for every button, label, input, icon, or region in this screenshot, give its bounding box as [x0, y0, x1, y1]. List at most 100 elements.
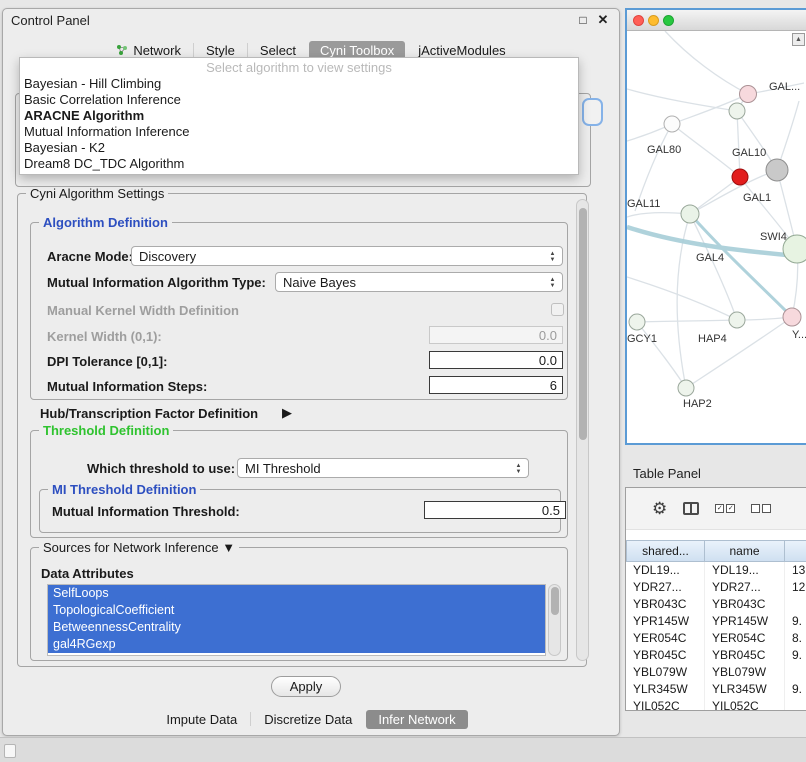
table-panel-title: Table Panel — [633, 466, 701, 481]
table-row[interactable]: YBL079W YBL079W — [626, 664, 806, 681]
cell-shared: YBR045C — [626, 647, 705, 664]
expand-arrow-icon[interactable]: ▶ — [282, 405, 292, 421]
cell-shared: YLR345W — [626, 681, 705, 698]
table-row[interactable]: YER054C YER054C 8. — [626, 630, 806, 647]
algorithm-option[interactable]: Bayesian - Hill Climbing — [20, 76, 578, 92]
cyni-algorithm-settings-group: Cyni Algorithm Settings Algorithm Defini… — [17, 193, 587, 667]
attribute-item[interactable]: TopologicalCoefficient — [48, 602, 545, 619]
algorithm-option[interactable]: Basic Correlation Inference — [20, 92, 578, 108]
collapse-arrow-icon[interactable]: ▼ — [222, 540, 235, 555]
settings-scrollbar[interactable] — [576, 199, 589, 661]
which-threshold-select[interactable]: MI Threshold ▲▼ — [237, 458, 529, 478]
network-node[interactable] — [678, 380, 694, 396]
cell-name: YIL052C — [705, 698, 785, 711]
network-window-titlebar — [627, 10, 806, 31]
attribute-item[interactable]: gal4RGexp — [48, 636, 545, 653]
tab-select-label: Select — [260, 43, 296, 58]
tab-style-label: Style — [206, 43, 235, 58]
node-label-gal80: GAL80 — [647, 144, 681, 156]
threshold-definition-group: Threshold Definition Which threshold to … — [30, 430, 568, 538]
combo-arrows-icon: ▲▼ — [546, 249, 559, 264]
network-node-pink[interactable] — [783, 308, 801, 326]
table-row[interactable]: YDR27... YDR27... 12 — [626, 579, 806, 596]
gear-icon[interactable]: ⚙ — [652, 500, 667, 517]
tab-infer-network[interactable]: Infer Network — [366, 710, 467, 729]
mi-threshold-group: MI Threshold Definition Mutual Informati… — [39, 489, 561, 533]
close-traffic-button[interactable] — [633, 15, 644, 26]
mi-steps-label: Mutual Information Steps: — [47, 379, 207, 394]
column-header-name[interactable]: name — [705, 540, 785, 562]
network-node[interactable] — [729, 312, 745, 328]
mi-type-select[interactable]: Naive Bayes ▲▼ — [275, 272, 563, 292]
node-label-gal1: GAL1 — [743, 192, 771, 204]
attribute-item[interactable]: BetweennessCentrality — [48, 619, 545, 636]
tab-jactivemodules-label: jActiveModules — [418, 43, 505, 58]
algorithm-option[interactable]: Bayesian - K2 — [20, 140, 578, 156]
cell-value: 13 — [785, 562, 806, 579]
network-node[interactable] — [729, 103, 745, 119]
node-label-hap4: HAP4 — [698, 333, 727, 345]
algorithm-option[interactable]: Mutual Information Inference — [20, 124, 578, 140]
scroll-up-button[interactable]: ▲ — [792, 33, 805, 46]
algorithm-option-selected[interactable]: ARACNE Algorithm — [20, 108, 578, 124]
table-row[interactable]: YDL19... YDL19... 13 — [626, 562, 806, 579]
cell-value: 12 — [785, 579, 806, 596]
table-row[interactable]: YBR045C YBR045C 9. — [626, 647, 806, 664]
algorithm-definition-title: Algorithm Definition — [39, 215, 172, 230]
table-body: YDL19... YDL19... 13 YDR27... YDR27... 1… — [626, 562, 806, 711]
minimize-traffic-button[interactable] — [648, 15, 659, 26]
algorithm-placeholder: Select algorithm to view settings — [20, 60, 578, 76]
tab-discretize-data[interactable]: Discretize Data — [252, 710, 364, 729]
node-label-gal10: GAL10 — [732, 147, 766, 159]
mi-threshold-field[interactable]: 0.5 — [424, 501, 566, 519]
cell-name: YER054C — [705, 630, 785, 647]
network-node[interactable] — [681, 205, 699, 223]
node-label: Y... — [792, 329, 806, 341]
network-node[interactable] — [664, 116, 680, 132]
network-canvas[interactable]: GAL... GAL80 GAL10 GAL11 GAL1 SWI4 GAL4 … — [627, 31, 806, 443]
table-row[interactable]: YLR345W YLR345W 9. — [626, 681, 806, 698]
scrollbar-thumb[interactable] — [579, 208, 587, 440]
cell-value — [785, 596, 806, 613]
aracne-mode-value: Discovery — [139, 249, 196, 264]
window-title: Control Panel — [11, 13, 90, 28]
close-window-button[interactable]: ✕ — [595, 12, 611, 28]
column-header-shared[interactable]: shared... — [626, 540, 705, 562]
network-node[interactable] — [740, 86, 757, 103]
tab-network-label: Network — [133, 43, 181, 58]
float-window-button[interactable]: □ — [575, 12, 591, 28]
aracne-mode-select[interactable]: Discovery ▲▼ — [131, 246, 563, 266]
cell-shared: YPR145W — [626, 613, 705, 630]
sources-group-title-wrap: Sources for Network Inference ▼ — [39, 540, 239, 555]
dpi-tolerance-field[interactable]: 0.0 — [429, 351, 563, 369]
cell-name: YDL19... — [705, 562, 785, 579]
mi-steps-field[interactable]: 6 — [429, 376, 563, 394]
which-threshold-value: MI Threshold — [245, 461, 321, 476]
minimized-window-icon[interactable] — [4, 744, 16, 758]
attributes-list-scrollbar[interactable] — [548, 584, 561, 656]
table-row[interactable]: YPR145W YPR145W 9. — [626, 613, 806, 630]
zoom-traffic-button[interactable] — [663, 15, 674, 26]
algorithm-combobox-fragment[interactable] — [582, 98, 603, 126]
select-all-icon[interactable]: ✓✓ — [715, 504, 735, 513]
deselect-all-icon[interactable] — [751, 504, 771, 513]
node-label-gal4: GAL4 — [696, 252, 724, 264]
network-node[interactable] — [629, 314, 645, 330]
apply-button[interactable]: Apply — [271, 676, 341, 697]
tab-impute-data[interactable]: Impute Data — [154, 710, 249, 729]
scrollbar-thumb[interactable] — [551, 587, 559, 615]
aracne-mode-label: Aracne Mode: — [47, 249, 133, 264]
column-header-extra[interactable] — [785, 540, 806, 562]
attribute-item[interactable]: SelfLoops — [48, 585, 545, 602]
columns-icon[interactable] — [683, 502, 699, 515]
algorithm-option[interactable]: Dream8 DC_TDC Algorithm — [20, 156, 578, 172]
table-row[interactable]: YIL052C YIL052C — [626, 698, 806, 711]
network-node-red[interactable] — [732, 169, 748, 185]
kernel-width-field[interactable]: 0.0 — [429, 326, 563, 344]
sources-group-title: Sources for Network Inference — [43, 540, 219, 555]
network-node-gray[interactable] — [766, 159, 788, 181]
table-header: shared... name — [626, 540, 806, 562]
manual-kernel-checkbox[interactable] — [551, 303, 564, 316]
tab-cyni-toolbox-label: Cyni Toolbox — [320, 43, 394, 58]
table-row[interactable]: YBR043C YBR043C — [626, 596, 806, 613]
